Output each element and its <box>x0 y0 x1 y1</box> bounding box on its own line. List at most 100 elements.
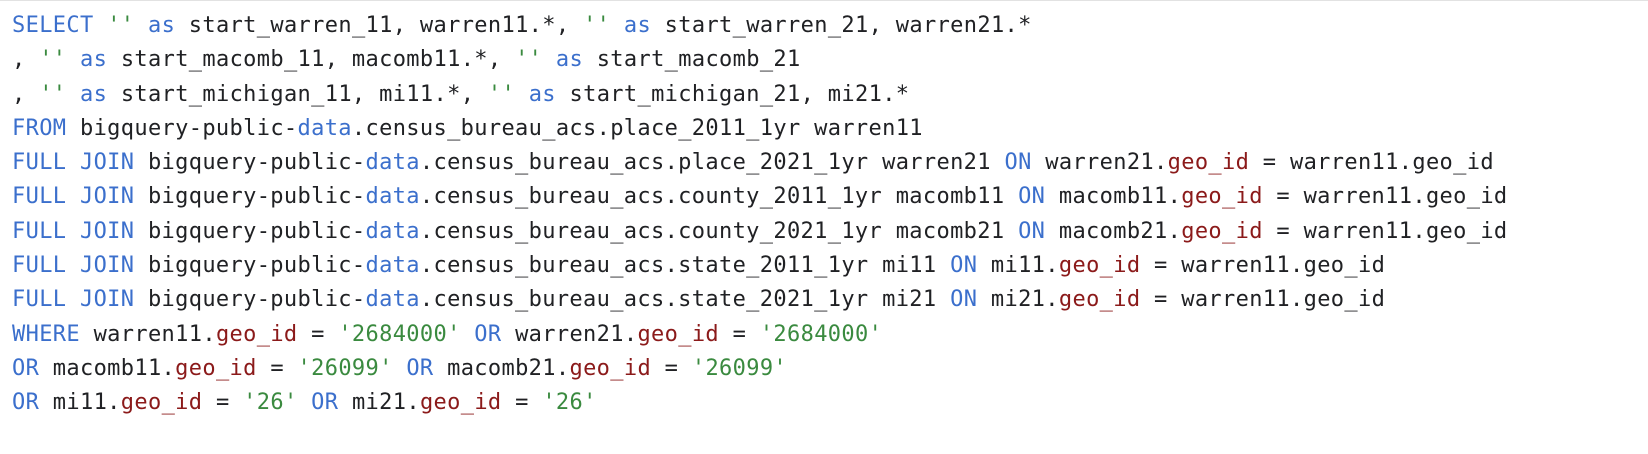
keyword-token: as <box>528 81 556 107</box>
text-token: bigquery-public- <box>134 253 366 279</box>
column-token: geo_id <box>637 321 720 347</box>
text-token: start_warren_11, warren11.*, <box>175 13 584 38</box>
text-token: mi21. <box>977 287 1059 313</box>
column-token: geo_id <box>1181 184 1263 210</box>
string-literal-token: '' <box>39 81 67 107</box>
text-token: = warren11.geo_id <box>1249 150 1494 176</box>
function-token: data <box>365 253 420 279</box>
text-token: bigquery-public- <box>134 184 366 210</box>
function-token: data <box>365 218 420 244</box>
text-token: bigquery-public- <box>66 115 298 141</box>
text-token: warren11. <box>79 321 216 347</box>
function-token: data <box>365 184 420 210</box>
code-line[interactable]: OR mi11.geo_id = '26' OR mi21.geo_id = '… <box>12 386 1508 420</box>
code-line[interactable]: WHERE warren11.geo_id = '2684000' OR war… <box>12 318 1508 352</box>
code-line[interactable]: FROM bigquery-public-data.census_bureau_… <box>12 112 1508 146</box>
keyword-token: OR <box>406 355 434 381</box>
function-token: data <box>365 150 420 176</box>
code-line[interactable]: , '' as start_michigan_11, mi11.*, '' as… <box>12 78 1508 112</box>
column-token: geo_id <box>419 390 502 416</box>
code-line[interactable]: , '' as start_macomb_11, macomb11.*, '' … <box>12 43 1508 77</box>
column-token: geo_id <box>1058 253 1141 279</box>
string-literal-token: '' <box>39 47 67 73</box>
code-line[interactable]: FULL JOIN bigquery-public-data.census_bu… <box>12 180 1508 214</box>
code-line[interactable]: FULL JOIN bigquery-public-data.census_bu… <box>12 146 1508 180</box>
text-token: .census_bureau_acs.state_2021_1yr mi21 <box>419 287 951 313</box>
text-token: = <box>719 321 760 347</box>
keyword-token: as <box>80 81 108 107</box>
text-token: = <box>297 321 339 347</box>
text-token: .census_bureau_acs.place_2011_1yr warren… <box>351 115 923 141</box>
keyword-token: FROM <box>12 115 67 141</box>
code-line[interactable]: FULL JOIN bigquery-public-data.census_bu… <box>12 215 1508 249</box>
text-token: = warren11.geo_id <box>1140 287 1386 313</box>
text-token: macomb11. <box>39 355 176 381</box>
column-token: geo_id <box>120 390 203 416</box>
keyword-token: as <box>148 13 176 38</box>
text-token: .census_bureau_acs.county_2011_1yr macom… <box>419 184 1019 210</box>
text-token: start_michigan_11, mi11.*, <box>107 81 488 107</box>
code-lines: SELECT '' as start_warren_11, warren11.*… <box>12 9 1508 421</box>
text-token: .census_bureau_acs.state_2011_1yr mi11 <box>419 253 951 279</box>
text-token: = warren11.geo_id <box>1262 218 1508 244</box>
keyword-token: FULL JOIN <box>12 150 135 176</box>
keyword-token: WHERE <box>12 321 80 347</box>
text-token: = <box>651 355 692 381</box>
keyword-token: FULL JOIN <box>12 253 135 279</box>
keyword-token: as <box>623 13 652 38</box>
text-token: , <box>12 81 40 107</box>
string-literal-token: '' <box>107 13 135 38</box>
column-token: geo_id <box>1181 218 1263 244</box>
keyword-token: as <box>80 47 108 73</box>
code-line[interactable]: SELECT '' as start_warren_11, warren11.*… <box>12 9 1508 43</box>
string-literal-token: '26099' <box>297 355 393 381</box>
text-token: start_macomb_21 <box>583 47 801 73</box>
column-token: geo_id <box>215 321 298 347</box>
string-literal-token: '' <box>515 47 543 73</box>
code-line[interactable]: FULL JOIN bigquery-public-data.census_bu… <box>12 249 1508 283</box>
column-token: geo_id <box>1058 287 1141 313</box>
column-token: geo_id <box>1167 150 1250 176</box>
text-token: start_macomb_11, macomb11.*, <box>107 47 516 73</box>
text-token: = warren11.geo_id <box>1140 253 1386 279</box>
text-token: .census_bureau_acs.place_2021_1yr warren… <box>419 150 1005 176</box>
string-literal-token: '26099' <box>691 355 788 381</box>
keyword-token: FULL JOIN <box>12 218 135 244</box>
text-token: = <box>202 390 244 416</box>
text-token: macomb21. <box>1045 218 1182 244</box>
keyword-token: OR <box>311 390 339 416</box>
text-token: start_michigan_21, mi21.* <box>555 81 910 107</box>
string-literal-token: '2684000' <box>759 321 883 347</box>
keyword-token: as <box>555 47 584 73</box>
sql-code-editor[interactable]: SELECT '' as start_warren_11, warren11.*… <box>0 0 1648 454</box>
text-token: = <box>501 390 543 416</box>
text-token: mi11. <box>39 390 121 416</box>
string-literal-token: '26' <box>243 390 298 416</box>
column-token: geo_id <box>569 355 652 381</box>
code-line[interactable]: FULL JOIN bigquery-public-data.census_bu… <box>12 283 1508 317</box>
string-literal-token: '' <box>487 81 516 107</box>
text-token: warren21. <box>501 321 638 347</box>
function-token: data <box>365 287 420 313</box>
keyword-token: OR <box>12 355 40 381</box>
string-literal-token: '2684000' <box>338 321 461 347</box>
string-literal-token: '' <box>583 13 611 38</box>
text-token: macomb21. <box>433 355 570 381</box>
keyword-token: FULL JOIN <box>12 184 135 210</box>
keyword-token: ON <box>1018 184 1046 210</box>
text-token: macomb11. <box>1045 184 1182 210</box>
string-literal-token: '26' <box>542 390 597 416</box>
code-line[interactable]: OR macomb11. geo_id = '26099' OR macomb21… <box>12 352 1508 386</box>
text-token: mi21. <box>338 390 420 416</box>
keyword-token: ON <box>950 253 978 279</box>
